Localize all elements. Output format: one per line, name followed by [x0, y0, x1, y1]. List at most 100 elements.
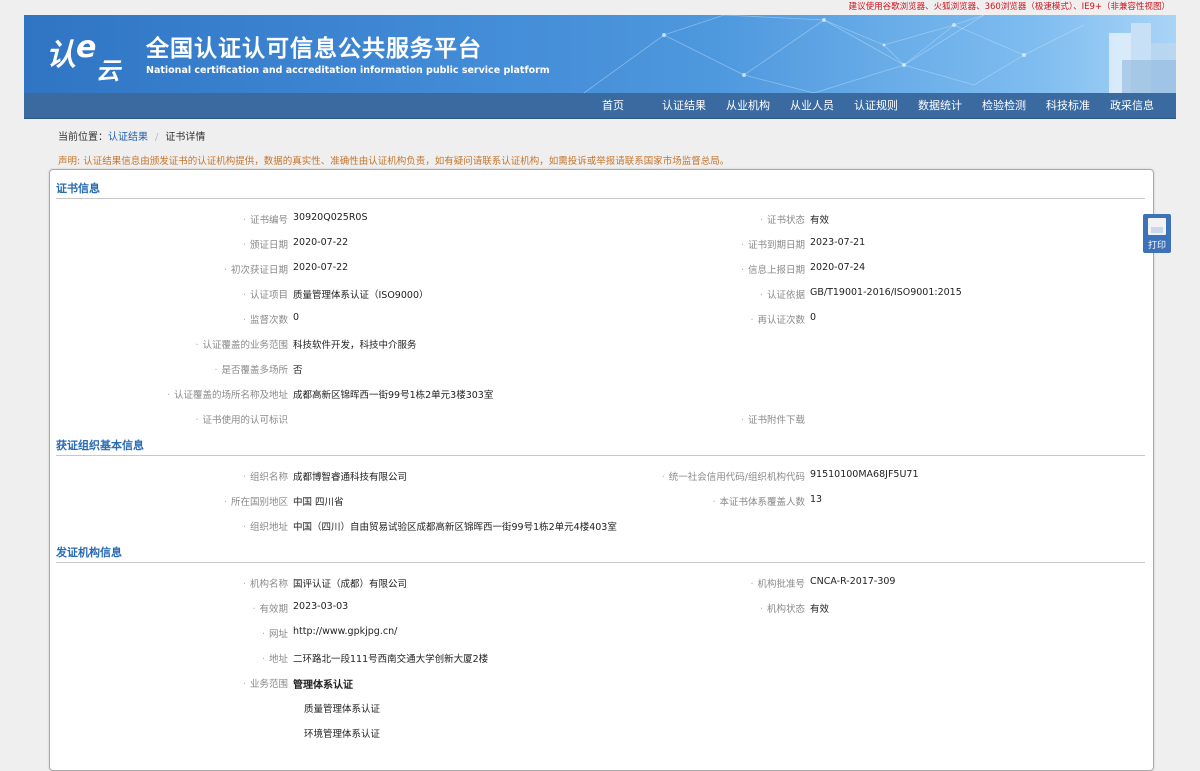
site-title: 全国认证认可信息公共服务平台 [146, 36, 482, 62]
info-row: 证书使用的认可标识 证书附件下载 [50, 412, 1153, 432]
browser-recommendation-note: 建议使用谷歌浏览器、火狐浏览器、360浏览器（极速模式）、IE9+（非兼容性视图… [848, 2, 1170, 12]
nav-cert-results[interactable]: 认证结果 [652, 93, 716, 118]
nav-inspection[interactable]: 检验检测 [972, 93, 1036, 118]
covered-people-value: 13 [810, 494, 823, 505]
scope-item: 质量管理体系认证 [304, 704, 381, 715]
info-row: 业务范围 管理体系认证 [50, 676, 1153, 696]
issue-date-value: 2020-07-22 [293, 237, 349, 248]
field-label: 组织名称 [243, 469, 288, 483]
info-row: 认证项目 质量管理体系认证（ISO9000） 认证依据 GB/T19001-20… [50, 287, 1153, 307]
multi-site-value: 否 [293, 365, 303, 376]
info-row: 所在国别地区 中国 四川省 本证书体系覆盖人数 13 [50, 494, 1153, 514]
cert-project-value: 质量管理体系认证（ISO9000） [293, 290, 429, 301]
cert-attachment-download-link[interactable]: 证书附件下载 [741, 412, 805, 426]
print-button-label: 打印 [1147, 241, 1166, 251]
field-label: 网址 [262, 626, 288, 640]
issuer-name-value: 国评认证（成都）有限公司 [293, 579, 408, 590]
info-row: 证书编号 30920Q025R0S 证书状态 有效 [50, 212, 1153, 232]
field-label: 监督次数 [243, 312, 288, 326]
info-row: 网址 http://www.gpkjpg.cn/ [50, 626, 1153, 646]
credit-code-value: 91510100MA68JF5U71 [810, 469, 919, 480]
field-label: 信息上报日期 [741, 262, 805, 276]
site-banner: 认 e 云 全国认证认可信息公共服务平台 National certificat… [24, 15, 1176, 93]
list-item: 质量管理体系认证 [50, 701, 1153, 721]
field-label: 证书到期日期 [741, 237, 805, 251]
nav-standards[interactable]: 科技标准 [1036, 93, 1100, 118]
info-row: 地址 二环路北一段111号西南交通大学创新大厦2楼 [50, 651, 1153, 671]
nav-institutions[interactable]: 从业机构 [716, 93, 780, 118]
disclaimer-notice: 声明: 认证结果信息由颁发证书的认证机构提供，数据的真实性、准确性由认证机构负责… [58, 156, 730, 167]
list-item: 环境管理体系认证 [50, 726, 1153, 746]
field-label: 证书使用的认可标识 [195, 412, 288, 426]
info-row: 颁证日期 2020-07-22 证书到期日期 2023-07-21 [50, 237, 1153, 257]
info-row: 组织地址 中国（四川）自由贸易试验区成都高新区锦晖西一街99号1栋2单元4楼40… [50, 519, 1153, 539]
field-label: 本证书体系覆盖人数 [712, 494, 805, 508]
field-label: 再认证次数 [750, 312, 805, 326]
print-button[interactable]: 打印 [1143, 214, 1171, 253]
field-label: 认证项目 [243, 287, 288, 301]
svg-text:云: 云 [96, 56, 123, 83]
field-label: 统一社会信用代码/组织机构代码 [662, 469, 805, 483]
info-row: 初次获证日期 2020-07-22 信息上报日期 2020-07-24 [50, 262, 1153, 282]
field-label: 业务范围 [243, 676, 288, 690]
site-address-value: 成都高新区锦晖西一街99号1栋2单元3楼303室 [293, 390, 494, 401]
breadcrumb-prefix: 当前位置： [58, 132, 108, 143]
info-row: 认证覆盖的场所名称及地址 成都高新区锦晖西一街99号1栋2单元3楼303室 [50, 387, 1153, 407]
svg-text:e: e [76, 30, 96, 65]
nav-procurement[interactable]: 政采信息 [1100, 93, 1164, 118]
field-label: 有效期 [252, 601, 288, 615]
nav-personnel[interactable]: 从业人员 [780, 93, 844, 118]
scope-item: 环境管理体系认证 [304, 729, 381, 740]
nav-statistics[interactable]: 数据统计 [908, 93, 972, 118]
first-cert-date-value: 2020-07-22 [293, 262, 349, 273]
field-label: 证书状态 [760, 212, 805, 226]
approval-number-value: CNCA-R-2017-309 [810, 576, 896, 587]
breadcrumb-link-cert-results[interactable]: 认证结果 [108, 132, 148, 143]
breadcrumb: 当前位置：认证结果 / 证书详情 [58, 128, 205, 143]
issuer-validity-value: 2023-03-03 [293, 601, 349, 612]
section-divider [56, 562, 1145, 563]
info-row: 有效期 2023-03-03 机构状态 有效 [50, 601, 1153, 621]
issuer-address-value: 二环路北一段111号西南交通大学创新大厦2楼 [293, 654, 489, 665]
field-label: 地址 [262, 651, 288, 665]
svg-text:认: 认 [46, 38, 76, 73]
info-row: 机构名称 国评认证（成都）有限公司 机构批准号 CNCA-R-2017-309 [50, 576, 1153, 596]
section-title-cert: 证书信息 [56, 182, 100, 195]
org-address-value: 中国（四川）自由贸易试验区成都高新区锦晖西一街99号1栋2单元4楼403室 [293, 522, 617, 533]
section-title-org: 获证组织基本信息 [56, 439, 144, 452]
section-divider [56, 198, 1145, 199]
org-name-value: 成都博智睿通科技有限公司 [293, 472, 408, 483]
breadcrumb-current: 证书详情 [165, 132, 206, 143]
info-row: 组织名称 成都博智睿通科技有限公司 统一社会信用代码/组织机构代码 915101… [50, 469, 1153, 489]
field-label: 认证覆盖的业务范围 [195, 337, 288, 351]
region-value: 中国 四川省 [293, 497, 344, 508]
field-label: 初次获证日期 [224, 262, 288, 276]
field-label: 所在国别地区 [224, 494, 288, 508]
section-divider [56, 455, 1145, 456]
field-label: 组织地址 [243, 519, 288, 533]
supervision-count-value: 0 [293, 312, 300, 323]
breadcrumb-separator: / [155, 132, 159, 143]
cert-status-value: 有效 [810, 215, 830, 226]
field-label: 机构状态 [760, 601, 805, 615]
business-scope-value: 科技软件开发，科技中介服务 [293, 340, 417, 351]
nav-home[interactable]: 首页 [592, 93, 634, 118]
field-label: 认证依据 [760, 287, 805, 301]
cert-number-value: 30920Q025R0S [293, 212, 368, 223]
issuer-scope-heading: 管理体系认证 [293, 680, 353, 691]
recert-count-value: 0 [810, 312, 817, 323]
field-label: 颁证日期 [243, 237, 288, 251]
cert-detail-panel: 证书信息 证书编号 30920Q025R0S 证书状态 有效 颁证日期 2020… [49, 169, 1154, 771]
section-title-issuer: 发证机构信息 [56, 546, 122, 559]
city-buildings-graphic [1109, 23, 1176, 93]
cert-basis-value: GB/T19001-2016/ISO9001:2015 [810, 287, 962, 298]
field-label: 是否覆盖多场所 [214, 362, 288, 376]
nav-cert-rules[interactable]: 认证规则 [844, 93, 908, 118]
report-date-value: 2020-07-24 [810, 262, 866, 273]
site-subtitle: National certification and accreditation… [146, 65, 550, 76]
expiry-date-value: 2023-07-21 [810, 237, 866, 248]
field-label: 证书编号 [243, 212, 288, 226]
site-logo-icon: 认 e 云 [46, 30, 123, 83]
info-row: 监督次数 0 再认证次数 0 [50, 312, 1153, 332]
field-label: 认证覆盖的场所名称及地址 [167, 387, 288, 401]
